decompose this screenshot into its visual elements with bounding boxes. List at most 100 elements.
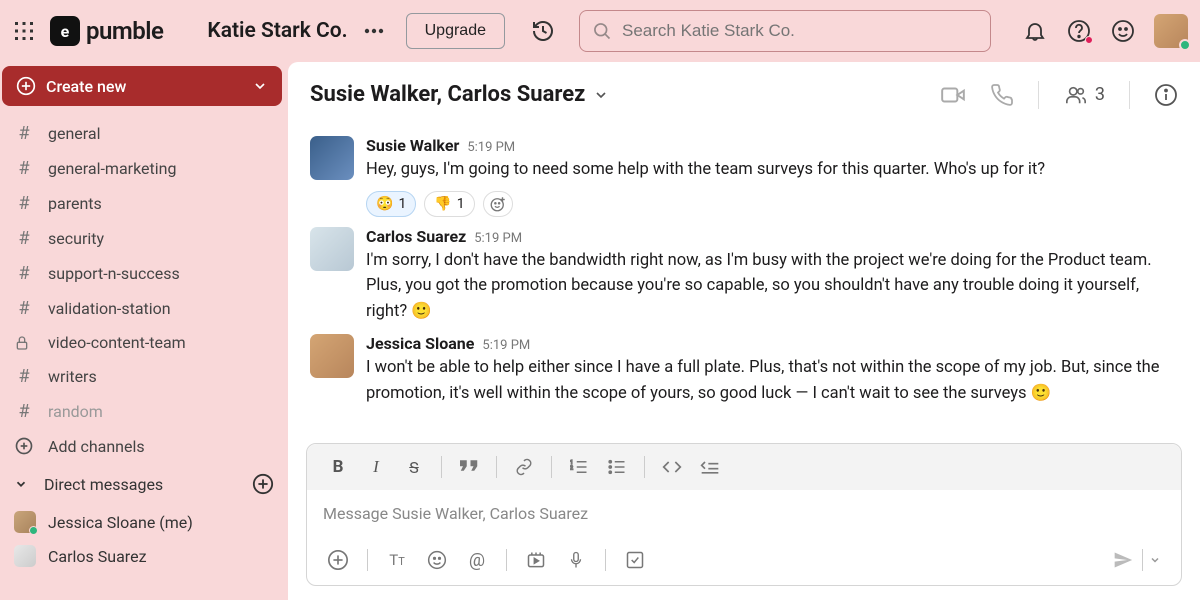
channel-item-random[interactable]: #random <box>0 394 288 429</box>
upgrade-button[interactable]: Upgrade <box>406 13 505 49</box>
message: Susie Walker5:19 PMHey, guys, I'm going … <box>310 136 1178 217</box>
dm-section-header[interactable]: Direct messages <box>0 463 288 505</box>
presence-dot <box>29 526 38 535</box>
add-channels-button[interactable]: Add channels <box>0 429 288 463</box>
member-count-value: 3 <box>1095 84 1105 105</box>
notifications-icon[interactable] <box>1022 18 1048 44</box>
bullet-list-button[interactable] <box>600 452 634 482</box>
video-call-icon[interactable] <box>940 82 966 108</box>
help-icon[interactable] <box>1066 18 1092 44</box>
current-user-avatar[interactable] <box>1154 14 1188 48</box>
mention-icon[interactable]: @ <box>460 545 494 575</box>
conversation-title[interactable]: Susie Walker, Carlos Suarez <box>310 82 585 107</box>
channel-name: validation-station <box>48 299 171 318</box>
attach-icon[interactable] <box>321 545 355 575</box>
channel-name: general-marketing <box>48 159 176 178</box>
message: Carlos Suarez5:19 PMI'm sorry, I don't h… <box>310 227 1178 325</box>
add-dm-icon[interactable] <box>252 473 274 495</box>
reaction[interactable]: 😳1 <box>366 191 416 217</box>
dm-name: Carlos Suarez <box>48 547 147 566</box>
message-list: Susie Walker5:19 PMHey, guys, I'm going … <box>288 128 1200 443</box>
create-new-button[interactable]: Create new <box>2 66 282 106</box>
channel-item-support-n-success[interactable]: #support-n-success <box>0 256 288 291</box>
create-new-label: Create new <box>46 77 252 96</box>
lock-icon <box>14 335 34 351</box>
history-icon[interactable] <box>527 15 559 47</box>
code-block-button[interactable] <box>693 452 727 482</box>
divider <box>1038 81 1039 109</box>
message-author[interactable]: Susie Walker <box>366 136 459 155</box>
audio-call-icon[interactable] <box>990 83 1014 107</box>
info-icon[interactable] <box>1154 83 1178 107</box>
hash-icon: # <box>14 366 34 387</box>
dm-name: Jessica Sloane (me) <box>48 513 193 532</box>
channel-item-security[interactable]: # security <box>0 221 288 256</box>
message-time: 5:19 PM <box>467 140 515 155</box>
message-author[interactable]: Jessica Sloane <box>366 334 474 353</box>
channel-name: security <box>48 229 104 248</box>
workspace-name[interactable]: Katie Stark Co. <box>207 19 347 43</box>
hash-icon: # <box>14 401 34 422</box>
dm-avatar <box>14 545 36 567</box>
message-author[interactable]: Carlos Suarez <box>366 227 466 246</box>
message-avatar[interactable] <box>310 227 354 271</box>
add-channels-label: Add channels <box>48 437 145 456</box>
bold-button[interactable]: B <box>321 452 355 482</box>
chevron-down-icon[interactable] <box>593 87 609 103</box>
search-bar[interactable] <box>579 10 991 52</box>
send-button-group <box>1104 546 1167 574</box>
channel-name: general <box>48 124 101 143</box>
workspace-menu-icon[interactable] <box>364 28 384 34</box>
video-clip-icon[interactable] <box>519 545 553 575</box>
composer: B I S 12 Message Susie Walker, Carlos Su… <box>306 443 1182 586</box>
channel-item-parents[interactable]: # parents <box>0 186 288 221</box>
help-notification-dot <box>1085 36 1093 44</box>
channel-item-general[interactable]: # general <box>0 116 288 151</box>
hash-icon: # <box>14 298 34 319</box>
dm-avatar <box>14 511 36 533</box>
hash-icon: # <box>14 263 34 284</box>
reaction[interactable]: 👎1 <box>424 191 474 217</box>
search-icon <box>592 21 612 41</box>
ordered-list-button[interactable]: 12 <box>562 452 596 482</box>
shortcuts-icon[interactable] <box>618 545 652 575</box>
channel-item-video-content-team[interactable]: video-content-team <box>0 326 288 359</box>
strikethrough-button[interactable]: S <box>397 452 431 482</box>
message-avatar[interactable] <box>310 334 354 378</box>
channel-item-validation-station[interactable]: # validation-station <box>0 291 288 326</box>
logo[interactable]: e pumble <box>50 16 163 46</box>
hash-icon: # <box>14 158 34 179</box>
send-button[interactable] <box>1104 546 1142 574</box>
dm-header-label: Direct messages <box>44 475 163 494</box>
channel-item-general-marketing[interactable]: # general-marketing <box>0 151 288 186</box>
emoji-picker-icon[interactable] <box>420 545 454 575</box>
channel-name: parents <box>48 194 102 213</box>
search-input[interactable] <box>622 21 978 41</box>
text-format-icon[interactable]: TT <box>380 545 414 575</box>
send-options-icon[interactable] <box>1143 550 1167 570</box>
add-reaction-icon[interactable] <box>483 191 513 217</box>
hash-icon: # <box>14 123 34 144</box>
dm-item[interactable]: Carlos Suarez <box>0 539 288 573</box>
link-button[interactable] <box>507 452 541 482</box>
code-button[interactable] <box>655 452 689 482</box>
conversation-header: Susie Walker, Carlos Suarez 3 <box>288 62 1200 128</box>
quote-button[interactable] <box>452 452 486 482</box>
italic-button[interactable]: I <box>359 452 393 482</box>
message-avatar[interactable] <box>310 136 354 180</box>
hash-icon: # <box>14 193 34 214</box>
member-count[interactable]: 3 <box>1063 84 1105 106</box>
dm-item[interactable]: Jessica Sloane (me) <box>0 505 288 539</box>
logo-mark-icon: e <box>50 16 80 46</box>
audio-clip-icon[interactable] <box>559 545 593 575</box>
hash-icon: # <box>14 228 34 249</box>
message-input[interactable]: Message Susie Walker, Carlos Suarez <box>307 490 1181 537</box>
emoji-icon[interactable] <box>1110 18 1136 44</box>
apps-grid-icon[interactable] <box>12 19 36 43</box>
message-text: I'm sorry, I don't have the bandwidth ri… <box>366 248 1178 325</box>
chevron-down-icon <box>14 477 32 491</box>
svg-text:2: 2 <box>570 465 573 471</box>
sidebar: Create new # general # general-marketing # pa… <box>0 62 288 600</box>
channel-item-writers[interactable]: #writers <box>0 359 288 394</box>
plus-circle-icon <box>14 436 34 456</box>
